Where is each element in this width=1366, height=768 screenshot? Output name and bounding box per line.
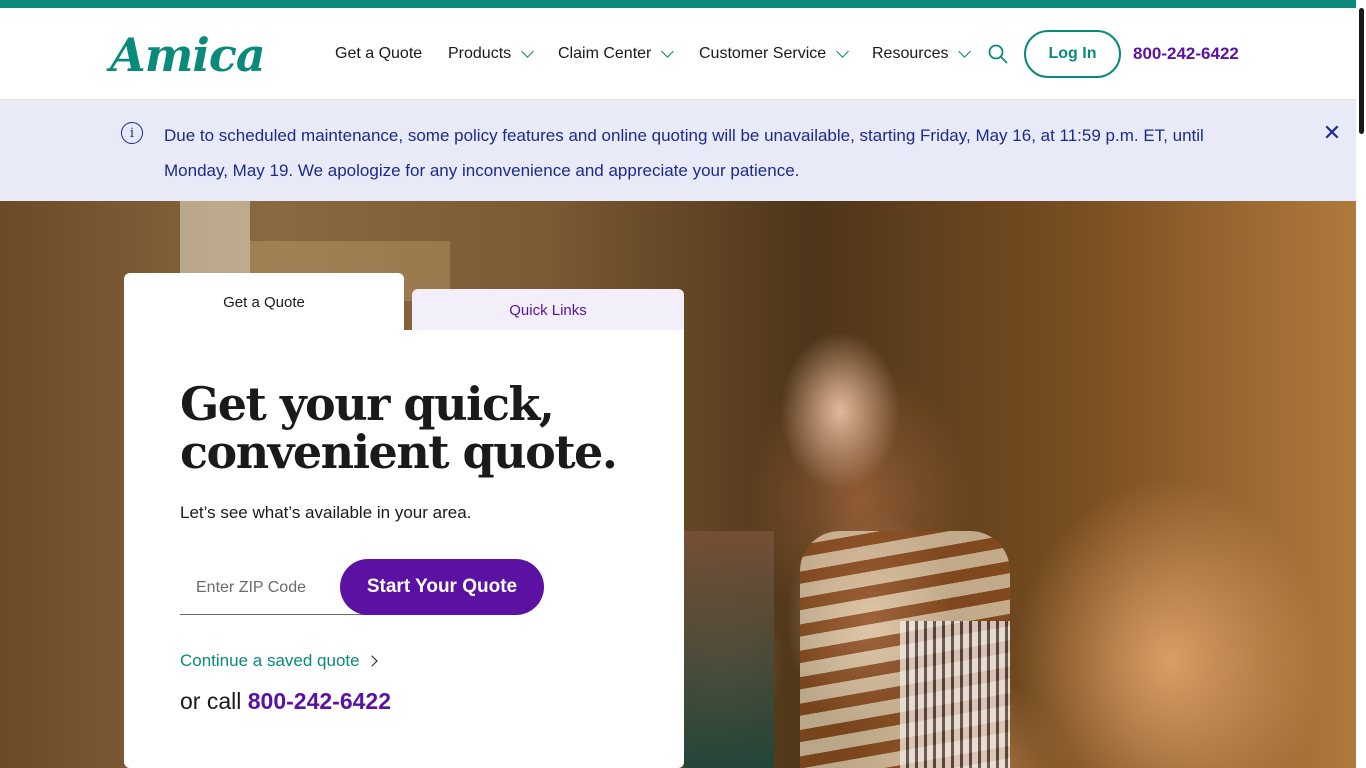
- amica-logo[interactable]: Amica: [110, 30, 266, 80]
- continue-saved-quote-link[interactable]: Continue a saved quote: [180, 651, 378, 671]
- scrollbar-thumb[interactable]: [1359, 8, 1364, 134]
- top-accent-bar: [0, 0, 1366, 8]
- chevron-down-icon: [521, 45, 535, 58]
- tab-quick-links[interactable]: Quick Links: [412, 289, 684, 331]
- nav-customer-service[interactable]: Customer Service: [699, 44, 850, 64]
- tab-get-a-quote[interactable]: Get a Quote: [124, 273, 404, 331]
- continue-saved-quote-label: Continue a saved quote: [180, 651, 360, 670]
- login-button[interactable]: Log In: [1024, 30, 1121, 78]
- hero-apron: [900, 621, 1010, 768]
- nav-products[interactable]: Products: [448, 44, 535, 64]
- search-icon[interactable]: [988, 44, 1008, 64]
- tab-quick-links-label: Quick Links: [509, 302, 587, 319]
- call-phone-link[interactable]: 800-242-6422: [248, 688, 391, 714]
- tab-get-a-quote-label: Get a Quote: [223, 294, 305, 311]
- chevron-down-icon: [958, 45, 972, 58]
- nav-get-a-quote-label: Get a Quote: [335, 45, 423, 62]
- chevron-right-icon: [365, 655, 378, 667]
- quote-subtext: Let’s see what’s available in your area.: [180, 503, 472, 522]
- chevron-down-icon: [661, 45, 675, 58]
- header-phone-link[interactable]: 800-242-6422: [1133, 44, 1239, 64]
- nav-resources[interactable]: Resources: [872, 44, 972, 64]
- site-header: Amica Get a Quote Products Claim Center …: [0, 8, 1356, 100]
- call-prefix: or call: [180, 688, 242, 714]
- alert-message: Due to scheduled maintenance, some polic…: [164, 126, 1204, 180]
- nav-get-a-quote[interactable]: Get a Quote: [335, 44, 422, 64]
- hero-woman-face: [780, 331, 900, 491]
- chevron-down-icon: [836, 45, 850, 58]
- nav-products-label: Products: [448, 45, 512, 62]
- quote-headline: Get your quick, convenient quote.: [180, 377, 618, 479]
- hero-child-figure: [684, 531, 774, 768]
- nav-claim-center[interactable]: Claim Center: [558, 44, 675, 64]
- nav-customer-service-label: Customer Service: [699, 45, 827, 62]
- info-icon: i: [121, 122, 143, 144]
- nav-claim-center-label: Claim Center: [558, 45, 652, 62]
- nav-resources-label: Resources: [872, 45, 949, 62]
- close-icon[interactable]: ✕: [1322, 122, 1342, 144]
- call-line: or call 800-242-6422: [180, 688, 391, 715]
- start-quote-button[interactable]: Start Your Quote: [340, 559, 544, 615]
